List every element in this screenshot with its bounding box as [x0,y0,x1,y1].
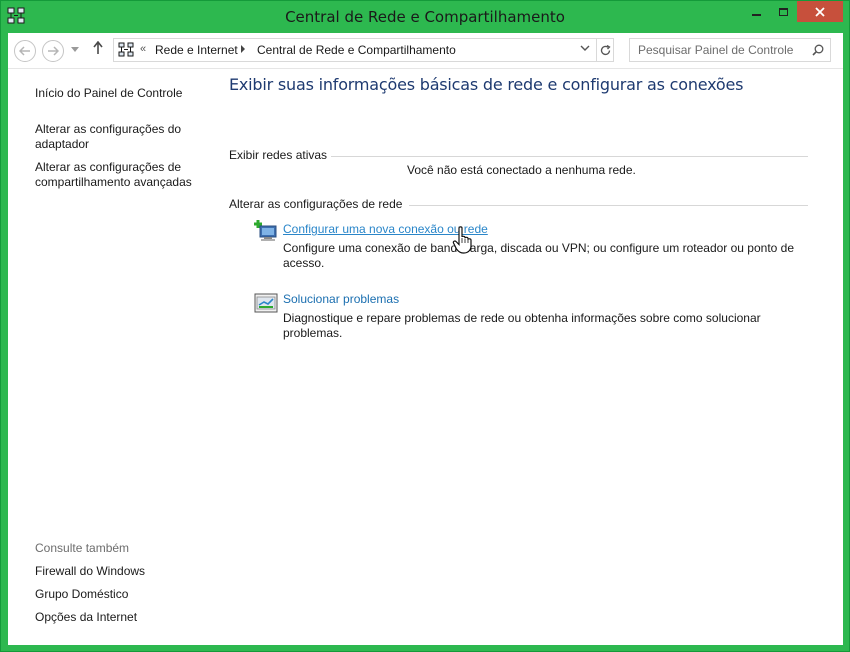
breadcrumb-central-rede[interactable]: Central de Rede e Compartilhamento [257,43,456,57]
setup-new-connection-description: Configure uma conexão de banda larga, di… [283,241,795,270]
sidebar-adapter-settings-link[interactable]: Alterar as configurações do adaptador [35,122,205,152]
no-network-status: Você não está conectado a nenhuma rede. [407,163,636,177]
breadcrumb-separator-icon[interactable] [241,45,245,53]
active-networks-heading: Exibir redes ativas [229,148,332,162]
see-also-homegroup-link[interactable]: Grupo Doméstico [35,587,205,602]
troubleshoot-description: Diagnostique e repare problemas de rede … [283,311,761,340]
see-also-firewall-link[interactable]: Firewall do Windows [35,564,205,579]
breadcrumb-rede-internet[interactable]: Rede e Internet [155,43,238,57]
window-title: Central de Rede e Compartilhamento [285,8,565,26]
arrow-up-icon [93,40,103,54]
see-also-internet-options-link[interactable]: Opções da Internet [35,610,205,625]
hand-cursor-icon [452,226,472,254]
troubleshoot-link[interactable]: Solucionar problemas [283,292,399,306]
back-button[interactable] [14,40,36,62]
address-bar[interactable]: « Rede e Internet Central de Rede e Comp… [113,38,614,62]
forward-button[interactable] [42,40,64,62]
maximize-icon [779,7,788,16]
recent-locations-button[interactable] [71,45,79,54]
minimize-button[interactable] [743,1,770,22]
minimize-icon [752,13,761,16]
see-also-heading: Consulte também [35,541,130,555]
new-connection-icon[interactable] [253,220,279,244]
address-dropdown-button[interactable] [580,43,590,55]
chevron-down-icon [580,45,590,51]
close-button[interactable] [797,1,843,22]
section-divider [409,205,808,206]
search-icon[interactable] [812,44,824,56]
main-content: Exibir suas informações básicas de rede … [213,70,843,645]
refresh-button[interactable] [596,39,614,61]
up-button[interactable] [93,40,103,58]
page-title: Exibir suas informações básicas de rede … [229,75,744,94]
close-icon [815,6,825,17]
sidebar-advanced-sharing-link[interactable]: Alterar as configurações de compartilham… [35,160,205,190]
maximize-button[interactable] [770,1,797,22]
change-settings-heading: Alterar as configurações de rede [229,197,407,211]
arrow-right-icon [48,46,59,56]
search-input[interactable] [630,39,810,61]
title-bar[interactable]: Central de Rede e Compartilhamento [1,1,849,33]
control-panel-network-icon [118,42,134,57]
navigation-bar: « Rede e Internet Central de Rede e Comp… [8,33,843,69]
client-area: « Rede e Internet Central de Rede e Comp… [8,33,843,645]
chevron-down-icon [71,47,79,52]
search-box[interactable] [629,38,831,62]
arrow-left-icon [19,46,30,56]
section-divider [328,156,808,157]
breadcrumb-overflow[interactable]: « [140,43,146,55]
window: Central de Rede e Compartilhamento « Red… [0,0,850,652]
sidebar: Início do Painel de Controle Alterar as … [8,70,213,645]
troubleshoot-icon[interactable] [253,292,279,316]
refresh-icon [600,44,611,55]
sidebar-home-link[interactable]: Início do Painel de Controle [35,86,205,101]
